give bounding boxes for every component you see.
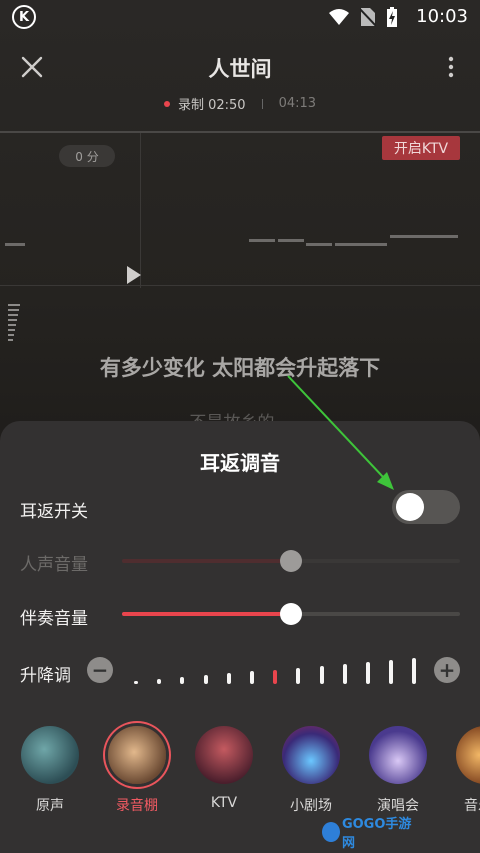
pitch-note (278, 239, 304, 242)
toggle-knob (396, 493, 424, 521)
scene-label: 音乐厅 (464, 798, 480, 814)
karaoke-recording-screen: K 10:03 人世间 录制 02:50 04:13 0 分 开启KTV 有多少… (0, 0, 480, 853)
pitch-note (5, 243, 25, 246)
pitch-tick (134, 681, 138, 684)
scene-item-ktv-room[interactable]: KTV (192, 726, 256, 811)
pitch-tick (180, 677, 185, 684)
studio-mic-icon (108, 726, 166, 784)
pitch-note (249, 239, 275, 242)
pitch-graph: 0 分 开启KTV (0, 131, 480, 288)
pitch-tick (157, 679, 162, 684)
scene-item-concert[interactable]: 演唱会 (366, 726, 430, 815)
scene-item-studio-mic[interactable]: 录音棚 (105, 726, 169, 815)
divider (261, 98, 263, 109)
current-lyric: 有多少变化 太阳都会升起落下 (99, 356, 381, 380)
pitch-tick-current (273, 670, 278, 684)
status-icons (328, 7, 398, 27)
ear-return-toggle[interactable] (392, 490, 460, 524)
recording-progress: 录制 02:50 04:13 (0, 94, 480, 113)
scene-item-original-sound[interactable]: 原声 (18, 726, 82, 815)
pitch-tick (319, 666, 324, 684)
pitch-cursor-line (140, 133, 141, 288)
pitch-tick (226, 673, 231, 684)
vocal-volume-slider[interactable] (122, 550, 460, 572)
pitch-note (306, 243, 332, 246)
scene-label: 演唱会 (377, 798, 419, 814)
song-title: 人世间 (208, 57, 272, 81)
status-bar: K 10:03 (0, 0, 480, 34)
sheet-title: 耳返调音 (200, 451, 280, 475)
theater-stage-icon (282, 726, 340, 784)
open-ktv-button[interactable]: 开启KTV (382, 136, 460, 160)
pitch-indicator-icon (127, 266, 141, 284)
slider-fill (122, 559, 291, 563)
pitch-tick (412, 658, 417, 684)
vocal-volume-label: 人声音量 (20, 555, 88, 575)
pitch-tick (203, 675, 208, 684)
scene-label: 小剧场 (290, 798, 332, 814)
pitch-shift-label: 升降调 (20, 666, 71, 686)
scene-label: 原声 (36, 798, 64, 814)
accompaniment-volume-label: 伴奏音量 (20, 609, 88, 629)
recorded-time: 录制 02:50 (177, 98, 246, 113)
scene-label: 录音棚 (116, 798, 158, 814)
more-options-icon[interactable] (448, 56, 454, 78)
score-badge: 0 分 (59, 145, 115, 167)
slider-fill (122, 612, 291, 616)
ear-return-label: 耳返开关 (20, 502, 88, 522)
original-sound-icon (21, 726, 79, 784)
watermark-text: GOGO手游网 (341, 817, 412, 851)
slider-thumb[interactable] (280, 603, 302, 625)
wifi-icon (329, 9, 349, 25)
app-logo-icon: K (12, 5, 36, 29)
watermark-logo-icon (322, 822, 340, 842)
pitch-tick (389, 660, 394, 684)
scene-item-theater-stage[interactable]: 小剧场 (279, 726, 343, 815)
pitch-tick (296, 668, 301, 684)
pitch-down-button[interactable]: − (87, 657, 113, 683)
total-time: 04:13 (278, 96, 317, 111)
music-hall-icon (456, 726, 480, 784)
pitch-tick (342, 664, 347, 684)
volume-meter-icon (8, 304, 20, 344)
pitch-up-button[interactable]: + (434, 657, 460, 683)
scene-label: KTV (210, 795, 238, 811)
scene-item-music-hall[interactable]: 音乐厅 (453, 726, 480, 815)
status-time: 10:03 (416, 6, 468, 27)
concert-icon (369, 726, 427, 784)
battery-charging-icon (387, 7, 397, 27)
accompaniment-volume-slider[interactable] (122, 603, 460, 625)
pitch-tick (366, 662, 370, 684)
recording-dot-icon (163, 100, 170, 107)
ktv-room-icon (195, 726, 253, 784)
pitch-tick (250, 671, 254, 684)
watermark: GOGO手游网 (322, 817, 416, 851)
no-sim-icon (360, 8, 376, 27)
pitch-note (335, 243, 387, 246)
pitch-note (390, 235, 458, 238)
slider-thumb[interactable] (280, 550, 302, 572)
ear-monitor-sheet: 耳返调音 耳返开关 人声音量 伴奏音量 升降调 − + 原声 录音棚 KTV 小剧场 演… (0, 421, 480, 853)
